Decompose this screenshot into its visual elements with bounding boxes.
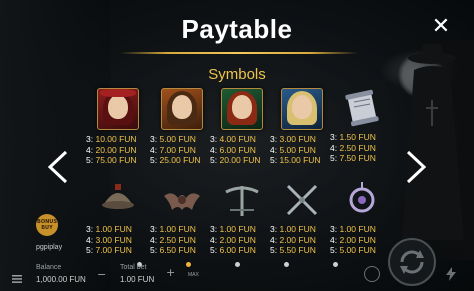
previous-page-arrow-icon[interactable] <box>46 150 70 184</box>
crossed-blades-icon <box>282 180 322 220</box>
bonus-buy-button[interactable]: BONUS BUY <box>36 214 58 236</box>
symbol-pays: 3: 1.00 FUN 4: 3.00 FUN 5: 7.00 FUN <box>86 224 132 255</box>
close-button[interactable]: ✕ <box>430 16 452 38</box>
spin-button[interactable] <box>388 238 436 286</box>
symbol-pays: 3: 3.00 FUN 4: 5.00 FUN 5: 15.00 FUN <box>270 134 321 165</box>
symbol-bat: 3: 1.00 FUN 4: 2.50 FUN 5: 6.50 FUN <box>150 180 214 256</box>
title-underline <box>120 52 358 54</box>
blonde-woman-icon <box>281 88 323 130</box>
symbol-blonde-woman: 3: 3.00 FUN 4: 5.00 FUN 5: 15.00 FUN <box>270 88 334 166</box>
symbol-pays: 3: 5.00 FUN 4: 7.00 FUN 5: 25.00 FUN <box>150 134 201 165</box>
symbol-pays: 3: 1.00 FUN 4: 2.00 FUN 5: 5.00 FUN <box>330 224 376 255</box>
crossbow-icon <box>222 180 262 220</box>
decrease-bet-button[interactable]: − <box>97 268 106 281</box>
symbol-red-haired-woman: 3: 4.00 FUN 4: 6.00 FUN 5: 20.00 FUN <box>210 88 274 166</box>
symbol-scroll: 3: 1.50 FUN 4: 2.50 FUN 5: 7.50 FUN <box>330 88 394 164</box>
increase-bet-button[interactable]: + <box>166 266 175 279</box>
symbol-red-hat-woman: 3: 10.00 FUN 4: 20.00 FUN 5: 75.00 FUN <box>86 88 150 166</box>
symbol-crossed-blades: 3: 1.00 FUN 4: 2.00 FUN 5: 5.50 FUN <box>270 180 334 256</box>
turbo-lightning-icon[interactable] <box>446 266 456 281</box>
max-bet-button[interactable]: MAX <box>188 272 199 278</box>
autoplay-icon[interactable] <box>364 266 380 282</box>
red-hat-woman-icon <box>97 88 139 130</box>
menu-icon[interactable] <box>12 268 22 283</box>
brand-logo: pgpiplay <box>36 244 63 251</box>
symbol-hunter-woman: 3: 5.00 FUN 4: 7.00 FUN 5: 25.00 FUN <box>150 88 214 166</box>
symbols-section-title: Symbols <box>208 66 266 83</box>
paytable-title: Paytable <box>181 14 293 44</box>
amulet-icon <box>342 180 382 220</box>
page-dot-4[interactable] <box>283 262 289 267</box>
symbol-pays: 3: 1.00 FUN 4: 2.50 FUN 5: 6.50 FUN <box>150 224 196 255</box>
symbol-pays: 3: 4.00 FUN 4: 6.00 FUN 5: 20.00 FUN <box>210 134 261 165</box>
symbol-helmet: 3: 1.00 FUN 4: 3.00 FUN 5: 7.00 FUN <box>86 180 150 256</box>
red-haired-woman-icon <box>221 88 263 130</box>
symbol-pays: 3: 1.50 FUN 4: 2.50 FUN 5: 7.50 FUN <box>330 132 376 163</box>
page-dot-3[interactable] <box>234 262 240 267</box>
balance-value: 1,000.00 FUN <box>36 275 86 284</box>
hunter-woman-icon <box>161 88 203 130</box>
page-dot-5[interactable] <box>332 262 338 267</box>
symbol-pays: 3: 1.00 FUN 4: 2.00 FUN 5: 6.00 FUN <box>210 224 256 255</box>
symbol-pays: 3: 10.00 FUN 4: 20.00 FUN 5: 75.00 FUN <box>86 134 137 165</box>
total-bet-value: 1.00 FUN <box>120 275 155 284</box>
bat-icon <box>162 180 202 220</box>
total-bet-label: Total bet <box>120 264 147 271</box>
symbol-pays: 3: 1.00 FUN 4: 2.00 FUN 5: 5.50 FUN <box>270 224 316 255</box>
next-page-arrow-icon[interactable] <box>404 150 428 184</box>
helmet-icon <box>98 180 138 220</box>
page-dot-2[interactable] <box>185 262 191 267</box>
symbol-amulet: 3: 1.00 FUN 4: 2.00 FUN 5: 5.00 FUN <box>330 180 394 256</box>
symbol-crossbow: 3: 1.00 FUN 4: 2.00 FUN 5: 6.00 FUN <box>210 180 274 256</box>
scroll-icon <box>342 88 382 128</box>
balance-label: Balance <box>36 264 62 271</box>
